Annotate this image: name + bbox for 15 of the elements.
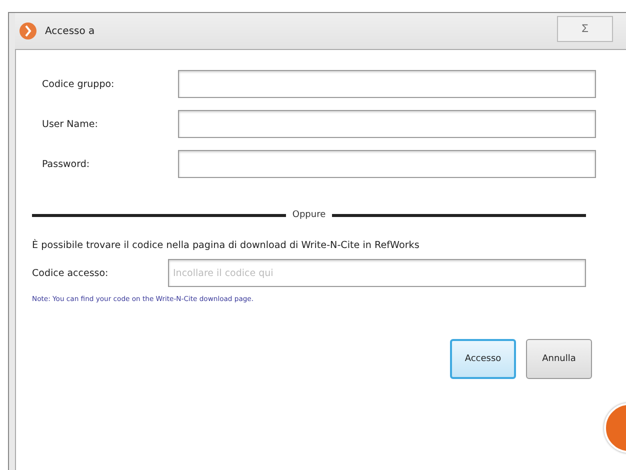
separator-label: Oppure xyxy=(291,210,327,220)
input-field[interactable] xyxy=(178,70,596,98)
input-field[interactable] xyxy=(178,150,596,178)
dialog-button[interactable]: Accesso xyxy=(450,339,516,379)
window-title: Accesso a xyxy=(45,26,95,36)
field-label: Password: xyxy=(42,158,91,170)
input-field[interactable]: Incollare il codice qui xyxy=(168,259,586,287)
field-label: Codice gruppo: xyxy=(42,78,116,90)
input-field[interactable] xyxy=(178,110,596,138)
field-label: Codice accesso: xyxy=(32,268,110,278)
field-label: User Name: xyxy=(42,118,99,130)
close-button[interactable]: Σ xyxy=(557,16,613,42)
app-icon xyxy=(19,22,37,40)
hint-text: È possibile trovare il codice nella pagina di download di Write-N-Cite in RefWorks xyxy=(32,240,420,251)
dialog-button[interactable]: Annulla xyxy=(526,339,592,379)
